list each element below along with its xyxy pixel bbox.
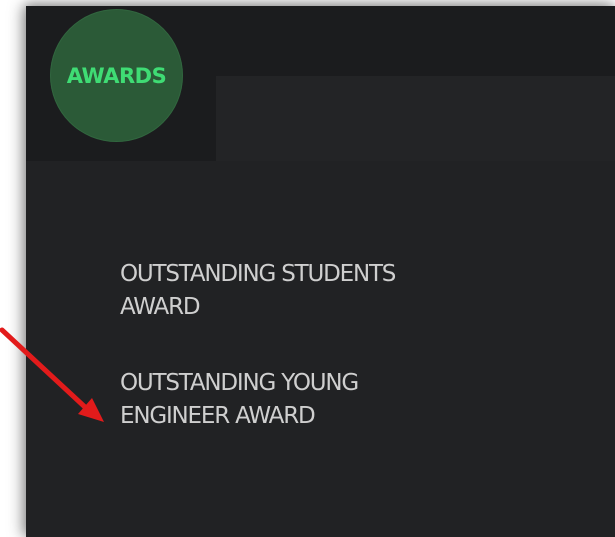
annotation-arrow-icon: [0, 327, 104, 422]
arrow-shaft: [0, 327, 89, 411]
